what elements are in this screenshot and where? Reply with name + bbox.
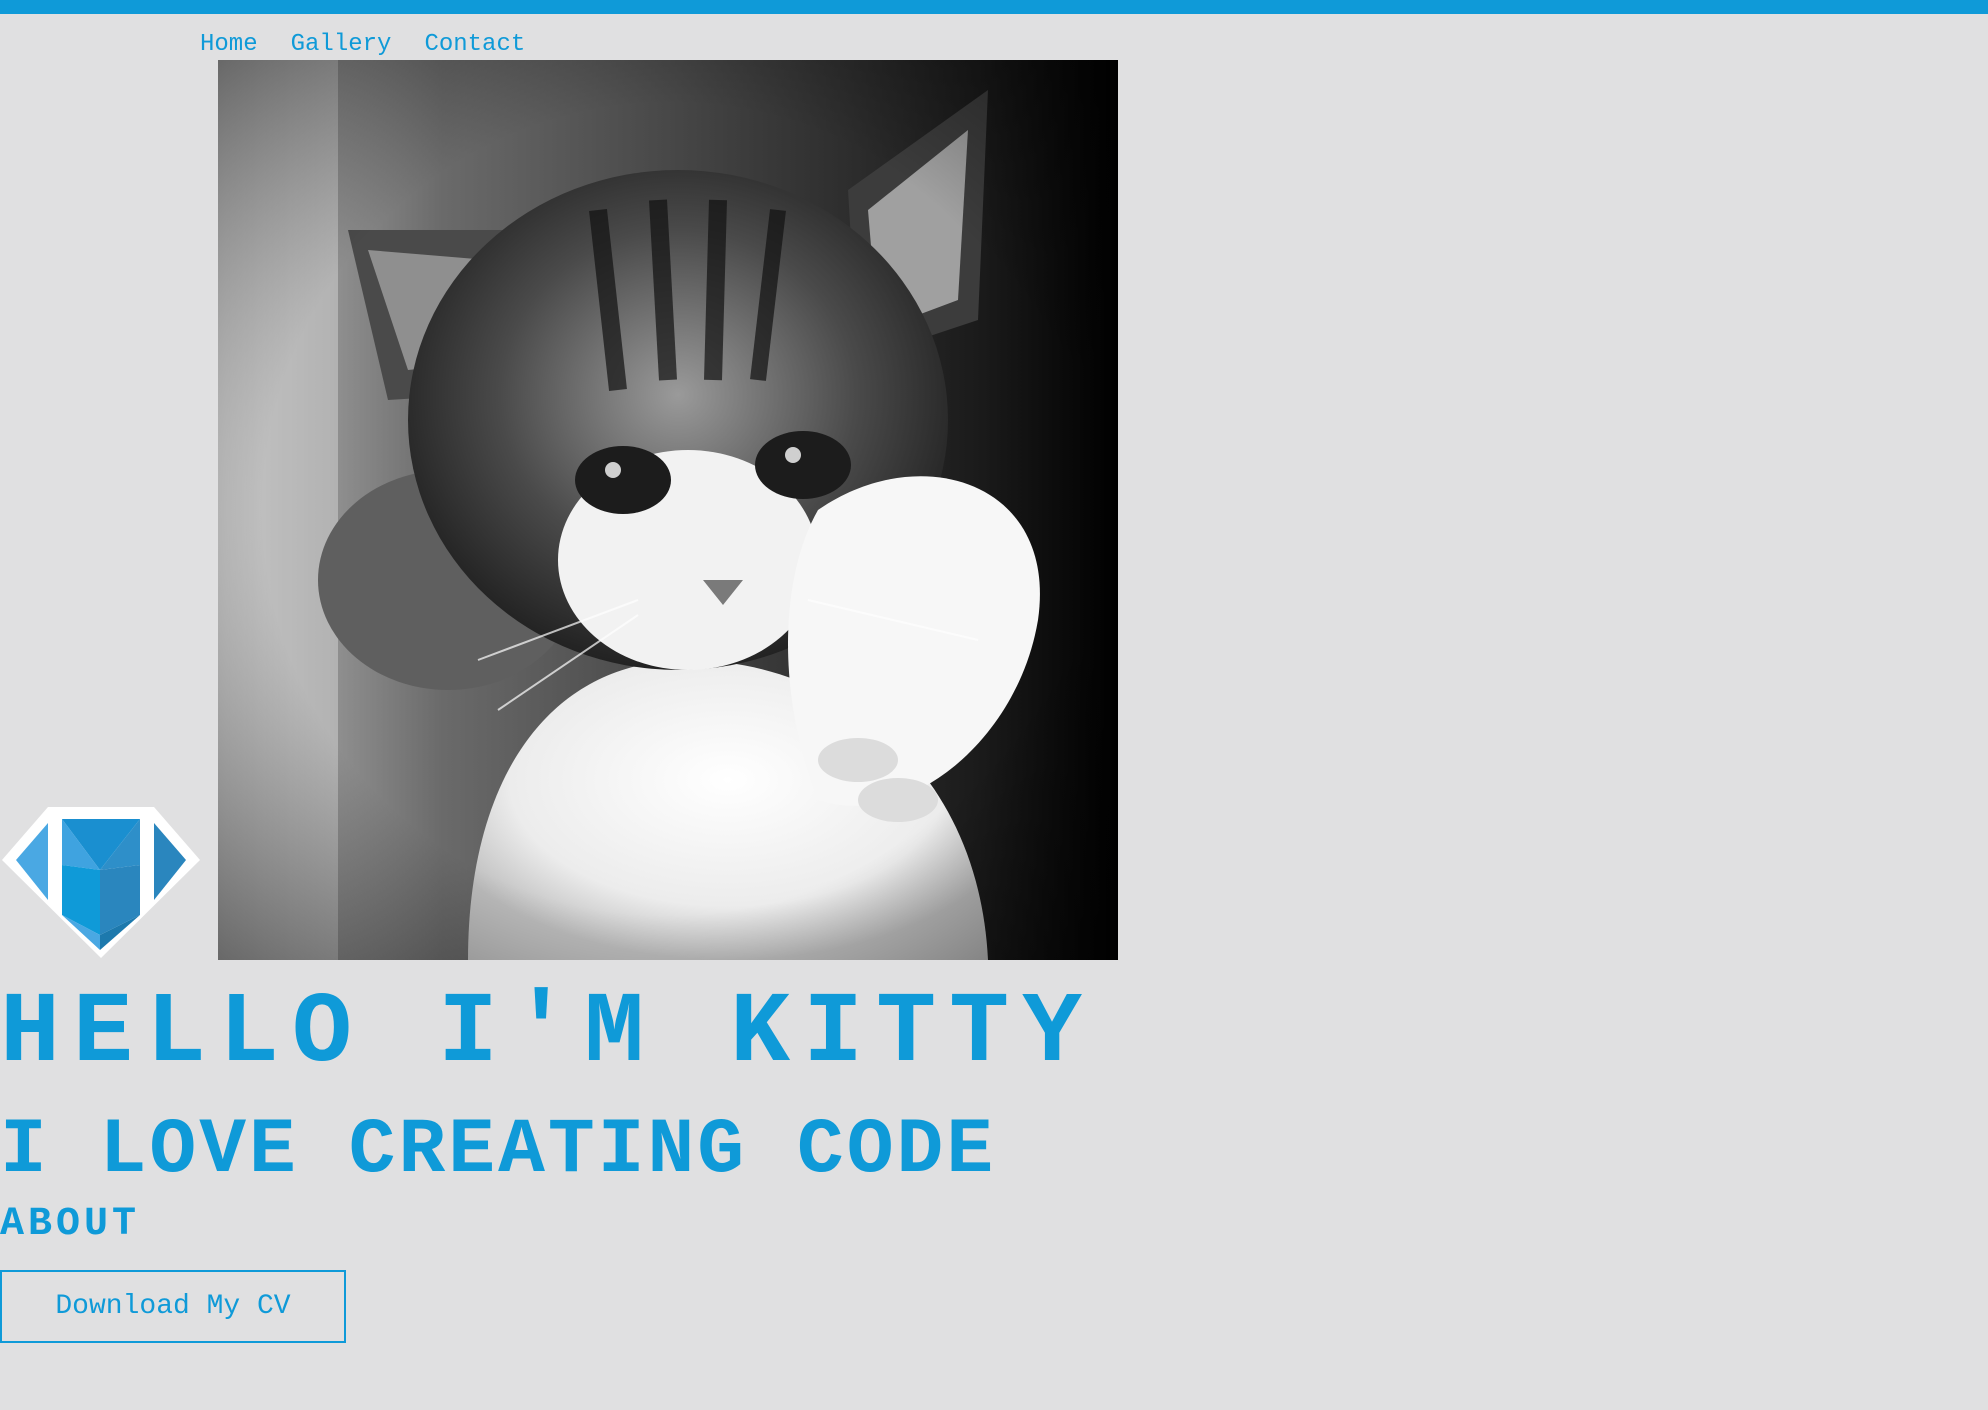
kitten-photo-illustration bbox=[218, 60, 1118, 960]
nav-link-gallery[interactable]: Gallery bbox=[291, 30, 392, 60]
download-cv-button[interactable]: Download My CV bbox=[0, 1270, 346, 1343]
logo-icon bbox=[2, 807, 200, 958]
nav-link-home[interactable]: Home bbox=[200, 30, 258, 60]
hero-subheadline: I LOVE CREATING CODE bbox=[0, 1107, 997, 1195]
top-accent-bar bbox=[0, 0, 1988, 14]
nav-link-contact[interactable]: Contact bbox=[424, 30, 525, 60]
about-section-label: ABOUT bbox=[0, 1202, 141, 1247]
kitten-photo bbox=[218, 60, 1118, 960]
main-nav: Home Gallery Contact bbox=[200, 30, 525, 60]
hero-headline: HELLO I'M KITTY bbox=[0, 978, 1096, 1091]
m-diamond-logo bbox=[0, 805, 202, 960]
